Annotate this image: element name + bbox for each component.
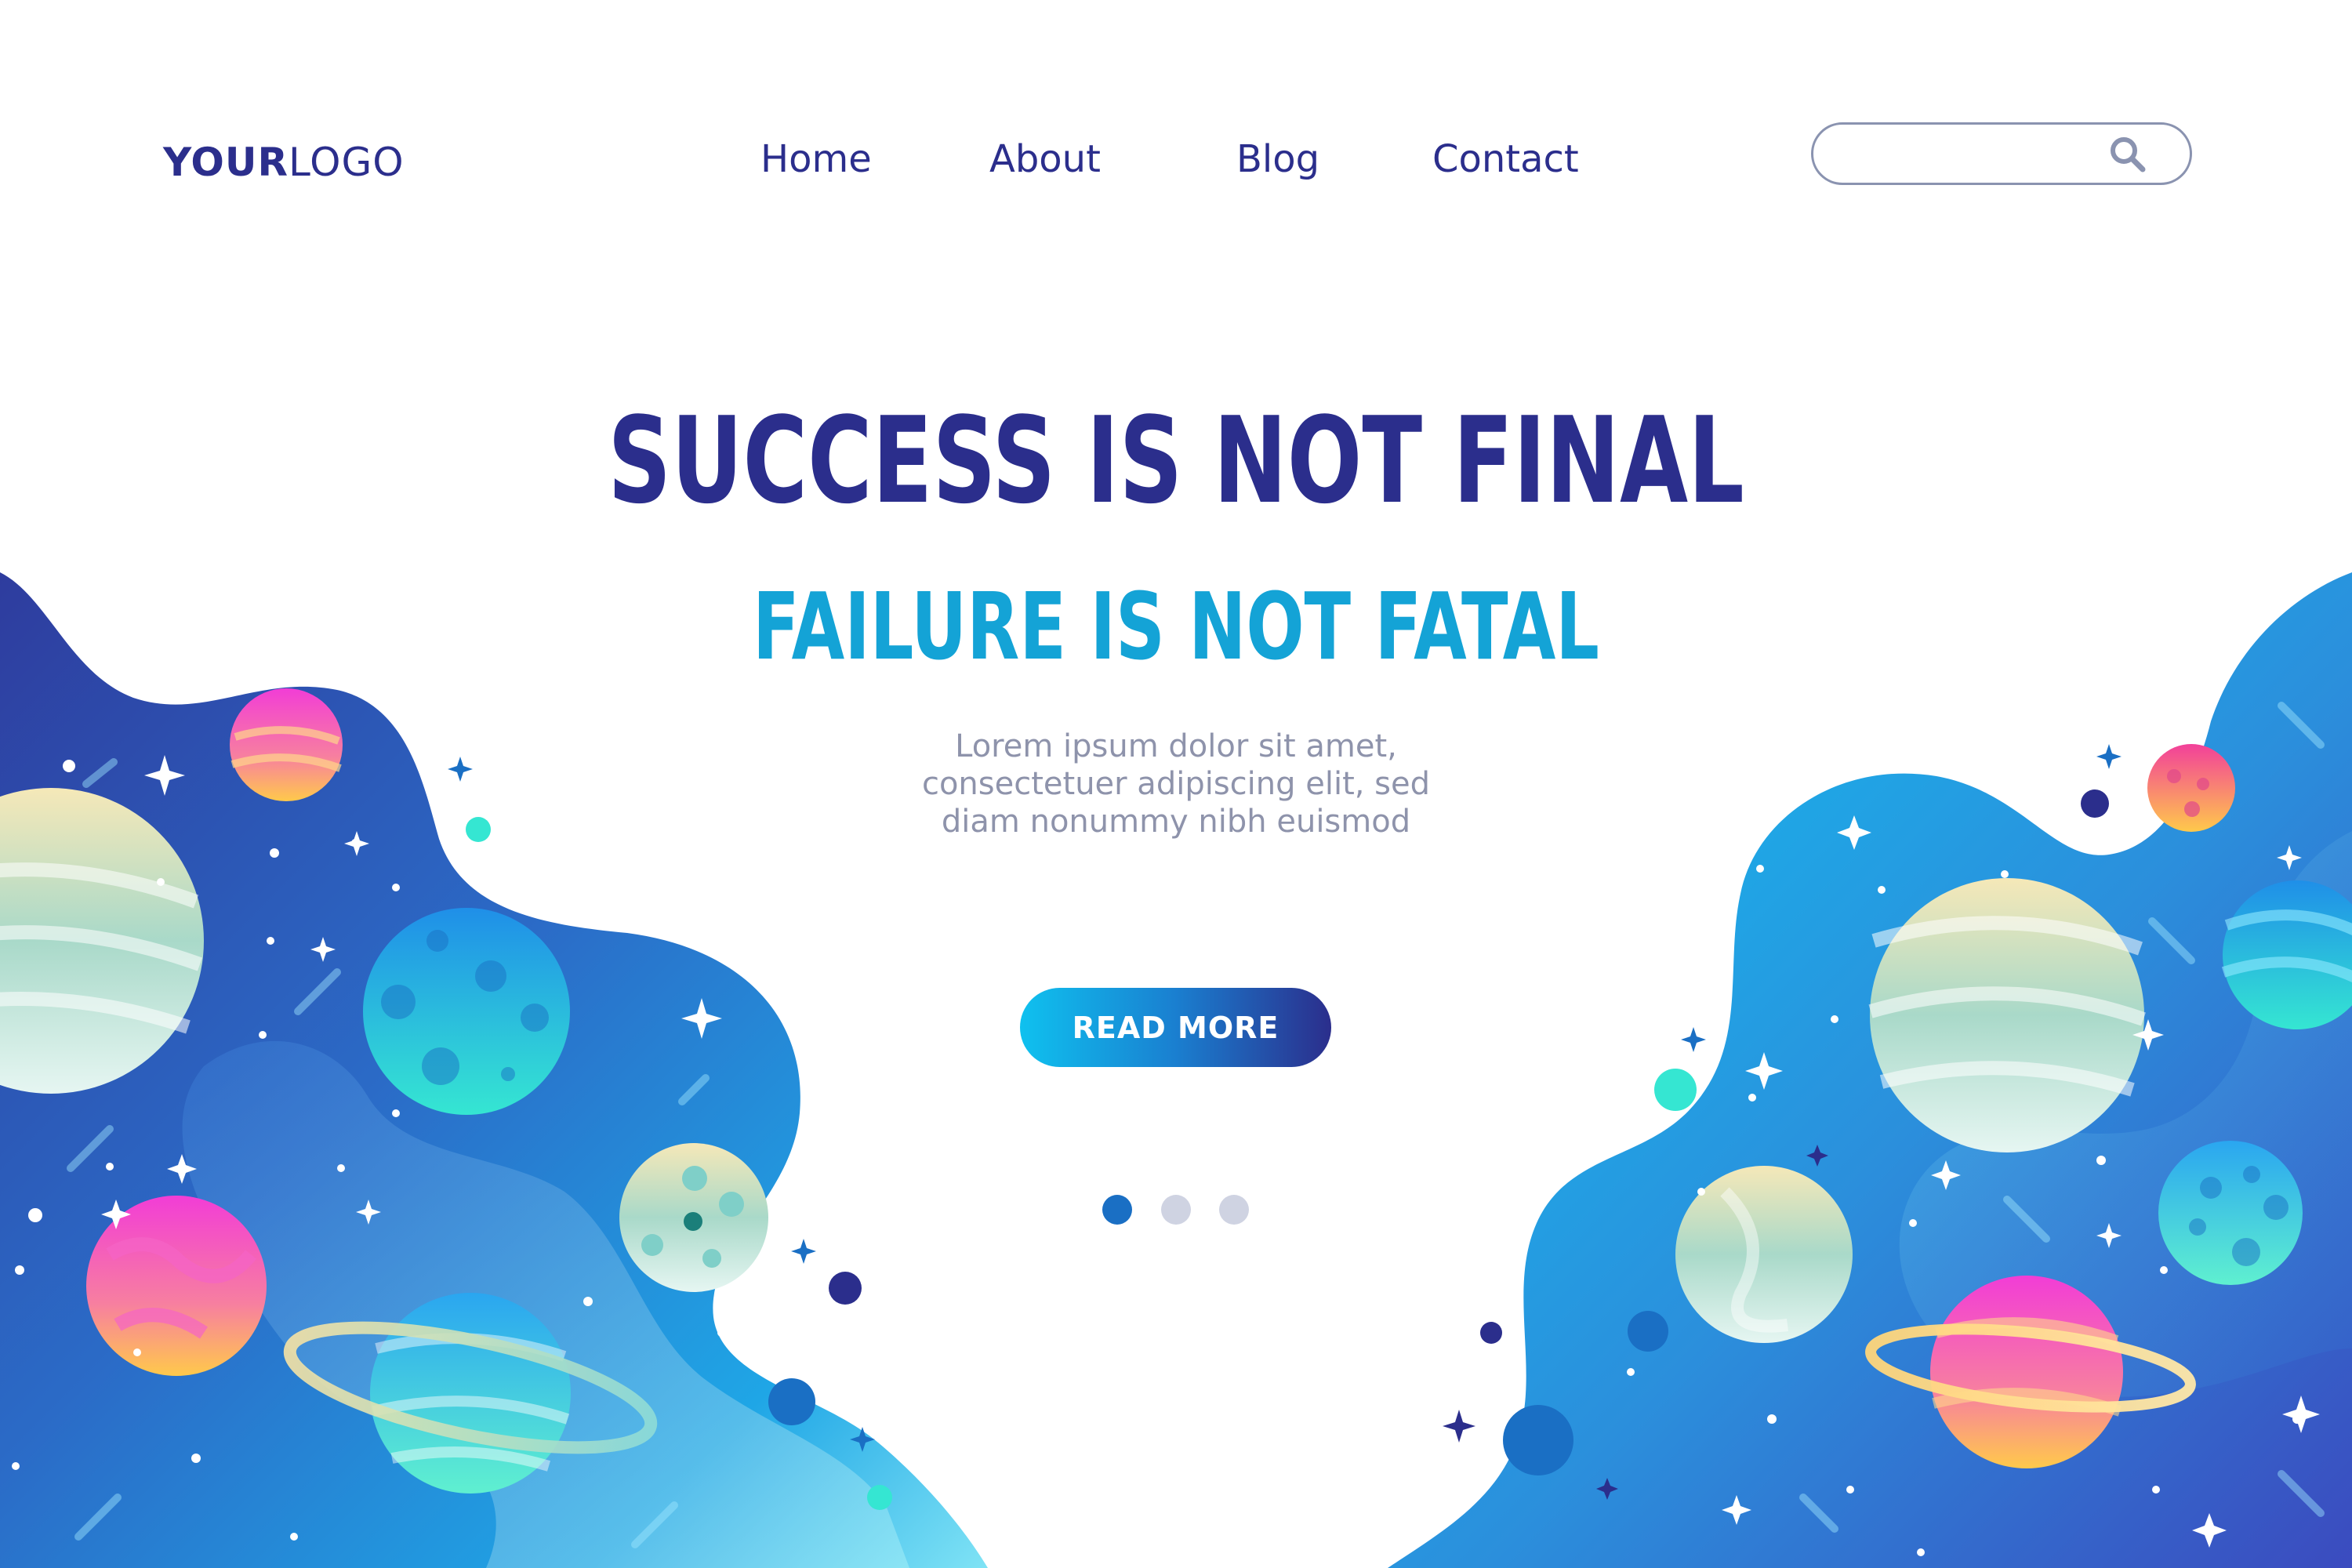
- logo-bold-text: YOUR: [163, 140, 289, 185]
- search-input[interactable]: [1840, 132, 2125, 176]
- nav-home-link[interactable]: Home: [760, 137, 872, 181]
- carousel-dot-1[interactable]: [1102, 1195, 1132, 1225]
- logo[interactable]: YOURLOGO: [163, 140, 405, 185]
- hero-subheadline: FAILURE IS NOT FATAL: [753, 572, 1599, 681]
- nav-contact-link[interactable]: Contact: [1432, 137, 1579, 181]
- hero-body-line: consectetuer adipiscing elit, sed: [921, 766, 1431, 802]
- carousel-dot-3[interactable]: [1219, 1195, 1249, 1225]
- hero-body-line: Lorem ipsum dolor sit amet,: [955, 728, 1397, 764]
- hero-body-line: diam nonummy nibh euismod: [941, 804, 1411, 840]
- logo-light-text: LOGO: [289, 140, 405, 185]
- nav-about-link[interactable]: About: [989, 137, 1101, 181]
- search-box: [1811, 122, 2192, 185]
- hero-body-text: Lorem ipsum dolor sit amet, consectetuer…: [823, 728, 1529, 840]
- search-icon[interactable]: [2108, 135, 2147, 174]
- nav-blog-link[interactable]: Blog: [1236, 137, 1319, 181]
- hero-headline: SUCCESS IS NOT FINAL: [608, 391, 1744, 530]
- carousel-dot-2[interactable]: [1161, 1195, 1191, 1225]
- read-more-button[interactable]: READ MORE: [1020, 988, 1331, 1067]
